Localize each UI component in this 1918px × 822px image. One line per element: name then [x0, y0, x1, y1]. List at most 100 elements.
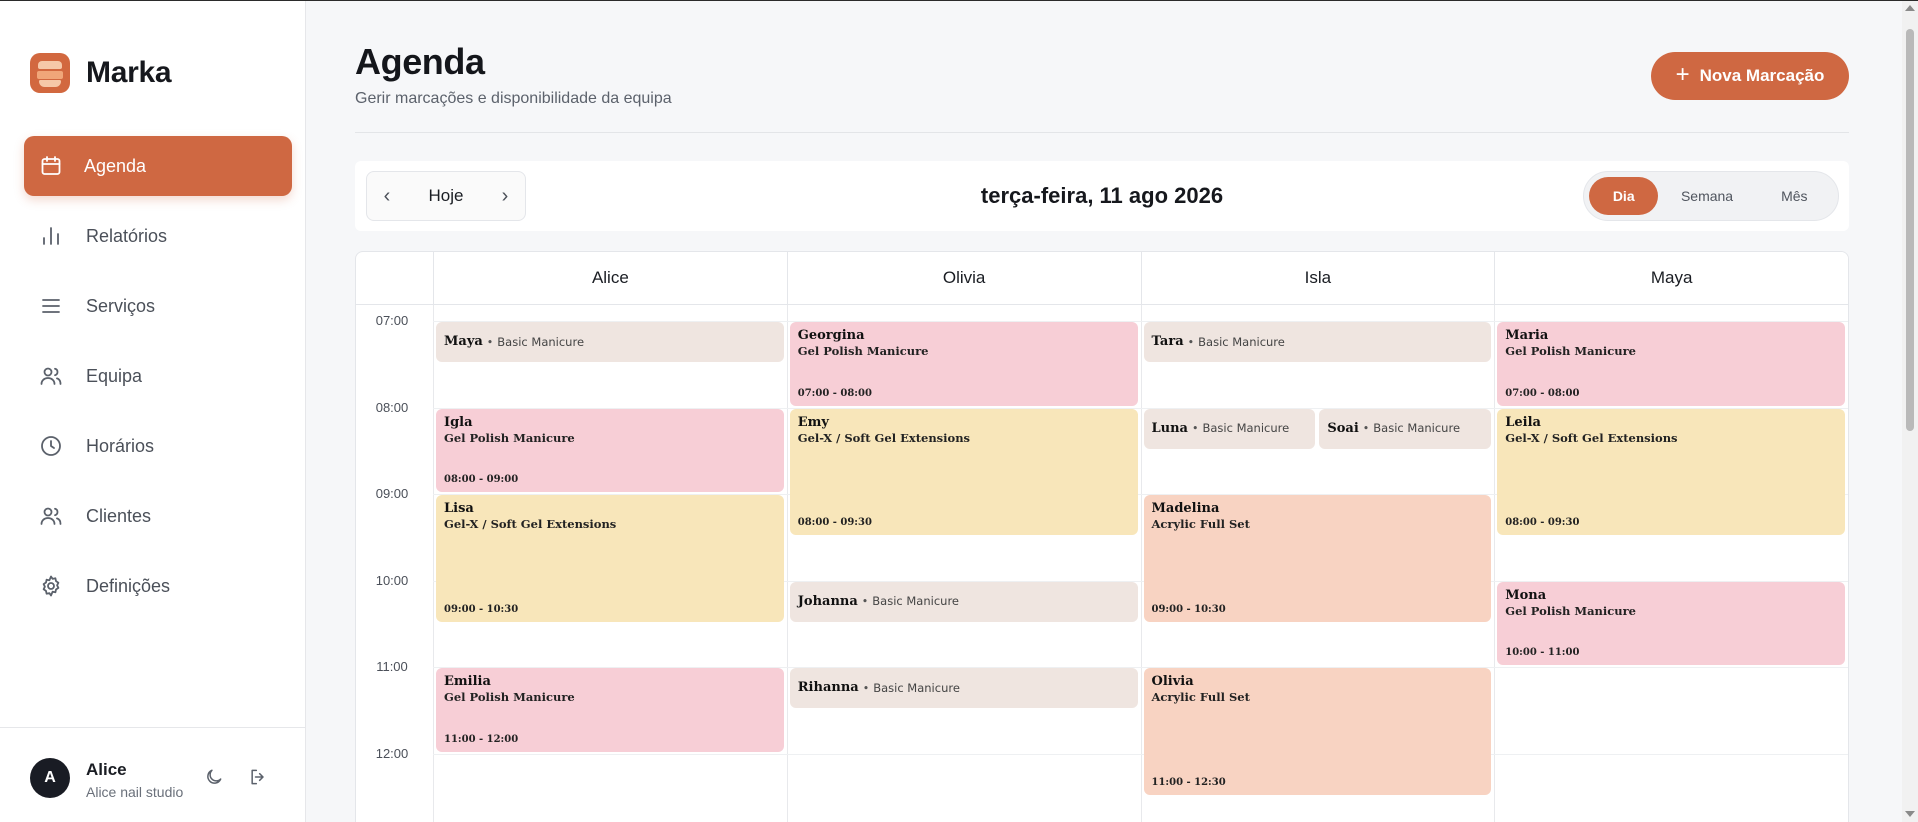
appointment-card[interactable]: Olivia Acrylic Full Set 11:00 - 12:30 [1143, 668, 1492, 795]
staff-column-header: Alice [433, 252, 787, 305]
sidebar-item-label: Equipa [86, 365, 143, 386]
hour-gridline [433, 753, 1848, 755]
sidebar-item-equipa[interactable]: Equipa [24, 346, 292, 406]
moon-icon[interactable] [204, 767, 226, 789]
appointment-client: Luna [1151, 420, 1188, 436]
appointment-card[interactable]: Emy Gel-X / Soft Gel Extensions 08:00 - 09… [789, 408, 1138, 536]
date-navigator: ‹ Hoje › [366, 171, 526, 221]
column-divider [433, 305, 434, 822]
appointment-service: Basic Manicure [1198, 334, 1285, 349]
appointment-time: 08:00 - 09:30 [797, 517, 872, 529]
view-day-button[interactable]: Dia [1589, 177, 1659, 215]
appointment-card[interactable]: Igla Gel Polish Manicure 08:00 - 09:00 [436, 408, 784, 492]
appointment-card[interactable]: Mona Gel Polish Manicure 10:00 - 11:00 [1497, 581, 1845, 665]
sidebar-item-label: Horários [86, 435, 155, 456]
appointment-service: Gel-X / Soft Gel Extensions [797, 430, 971, 445]
sidebar-item-servicos[interactable]: Serviços [24, 276, 292, 336]
appointment-client: Leila [1505, 414, 1541, 430]
appointment-service: Basic Manicure [872, 594, 959, 609]
sidebar-item-label: Serviços [86, 295, 156, 316]
brand-name: Marka [86, 56, 172, 89]
time-label: 11:00 [376, 659, 408, 674]
logout-icon[interactable] [248, 767, 270, 789]
appointment-client: Rihanna [797, 680, 859, 696]
calendar-toolbar: ‹ Hoje › terça-feira, 11 ago 2026 Dia Se… [355, 161, 1849, 231]
appointment-card[interactable]: Soai • Basic Manicure [1319, 408, 1492, 449]
users-icon [38, 503, 64, 529]
sidebar-item-relatorios[interactable]: Relatórios [24, 206, 292, 266]
appointment-client: Igla [444, 414, 473, 430]
today-button[interactable]: Hoje [407, 186, 485, 206]
appointment-client: Madelina [1151, 501, 1220, 516]
appointment-client: Maria [1505, 328, 1549, 343]
user-panel: A Alice Alice nail studio [0, 727, 305, 822]
time-label: 09:00 [375, 486, 409, 501]
appointment-time: 10:00 - 11:00 [1505, 647, 1580, 658]
appointment-card[interactable]: Tara • Basic Manicure [1143, 322, 1492, 363]
appointment-service: Acrylic Full Set [1151, 517, 1250, 531]
separator-dot: • [1191, 422, 1199, 436]
appointment-client: Emy [797, 414, 829, 430]
scrollbar-thumb[interactable] [1906, 29, 1914, 431]
scrollbar[interactable] [1902, 1, 1918, 822]
view-month-button[interactable]: Mês [1756, 177, 1833, 215]
appointment-service: Gel Polish Manicure [797, 344, 929, 358]
new-booking-button[interactable]: + Nova Marcação [1651, 52, 1849, 100]
appointment-client: Lisa [444, 501, 474, 516]
scroll-up-arrow-icon[interactable] [1905, 5, 1915, 11]
appointment-card[interactable]: Madelina Acrylic Full Set 09:00 - 10:30 [1143, 495, 1492, 622]
appointment-service: Gel Polish Manicure [444, 690, 575, 704]
separator-dot: • [862, 681, 870, 695]
appointment-service: Gel-X / Soft Gel Extensions [1505, 430, 1678, 445]
page-title: Agenda [355, 41, 485, 82]
avatar[interactable]: A [30, 758, 70, 798]
time-label: 08:00 [375, 399, 409, 415]
user-name: Alice [86, 760, 127, 779]
appointment-card[interactable]: Luna • Basic Manicure [1143, 408, 1316, 449]
appointment-client: Soai [1327, 420, 1359, 436]
sidebar-item-label: Clientes [86, 505, 152, 526]
appointment-card[interactable]: Maya • Basic Manicure [436, 322, 784, 363]
appointment-service: Basic Manicure [1202, 421, 1290, 436]
time-label: 07:00 [375, 313, 409, 328]
column-divider [1140, 305, 1142, 822]
appointment-card[interactable]: Georgina Gel Polish Manicure 07:00 - 08:00 [789, 322, 1138, 406]
appointment-client: Georgina [797, 328, 865, 343]
appointment-client: Emilia [444, 674, 491, 689]
calendar-icon [38, 153, 64, 179]
appointment-service: Basic Manicure [497, 334, 585, 349]
appointment-card[interactable]: Lisa Gel-X / Soft Gel Extensions 09:00 - 1… [436, 495, 784, 622]
sidebar-item-definicoes[interactable]: Definições [24, 556, 292, 616]
appointment-card[interactable]: Maria Gel Polish Manicure 07:00 - 08:00 [1497, 322, 1845, 406]
appointment-client: Johanna [797, 593, 858, 609]
view-toggle: Dia Semana Mês [1583, 171, 1839, 221]
staff-column-header: Isla [1140, 252, 1495, 305]
chevron-left-icon[interactable]: ‹ [367, 172, 407, 220]
appointment-card[interactable]: Leila Gel-X / Soft Gel Extensions 08:00 - … [1497, 408, 1845, 536]
column-divider [786, 305, 788, 822]
sidebar-item-agenda[interactable]: Agenda [24, 136, 292, 196]
appointment-time: 09:00 - 10:30 [444, 603, 519, 615]
appointment-card[interactable]: Rihanna • Basic Manicure [789, 668, 1138, 709]
column-divider [1494, 305, 1496, 822]
view-week-button[interactable]: Semana [1658, 177, 1755, 215]
page-subtitle: Gerir marcações e disponibilidade da equ… [355, 90, 672, 107]
brand[interactable]: Marka [30, 53, 172, 93]
scroll-down-arrow-icon[interactable] [1905, 811, 1915, 817]
appointment-service: Gel Polish Manicure [1505, 344, 1636, 358]
bar-chart-icon [38, 223, 64, 249]
appointment-time: 07:00 - 08:00 [797, 387, 872, 399]
day-calendar: Alice Olivia Isla Maya 07:00 08:00 09:00 10:00 1… [355, 251, 1849, 822]
appointment-service: Gel Polish Manicure [1505, 603, 1636, 618]
staff-column-header: Olivia [786, 252, 1141, 305]
appointment-service: Gel-X / Soft Gel Extensions [444, 517, 617, 531]
appointment-service: Acrylic Full Set [1151, 690, 1250, 704]
chevron-right-icon[interactable]: › [485, 172, 525, 220]
time-label: 12:00 [375, 745, 409, 761]
sidebar-item-label: Definições [86, 575, 171, 596]
sidebar-item-horarios[interactable]: Horários [24, 416, 292, 476]
appointment-card[interactable]: Emilia Gel Polish Manicure 11:00 - 12:00 [436, 668, 784, 752]
appointment-card[interactable]: Johanna • Basic Manicure [789, 581, 1138, 622]
sidebar-nav: Agenda Relatórios Serviços Equipa Horári… [24, 136, 292, 626]
sidebar-item-clientes[interactable]: Clientes [24, 486, 292, 546]
